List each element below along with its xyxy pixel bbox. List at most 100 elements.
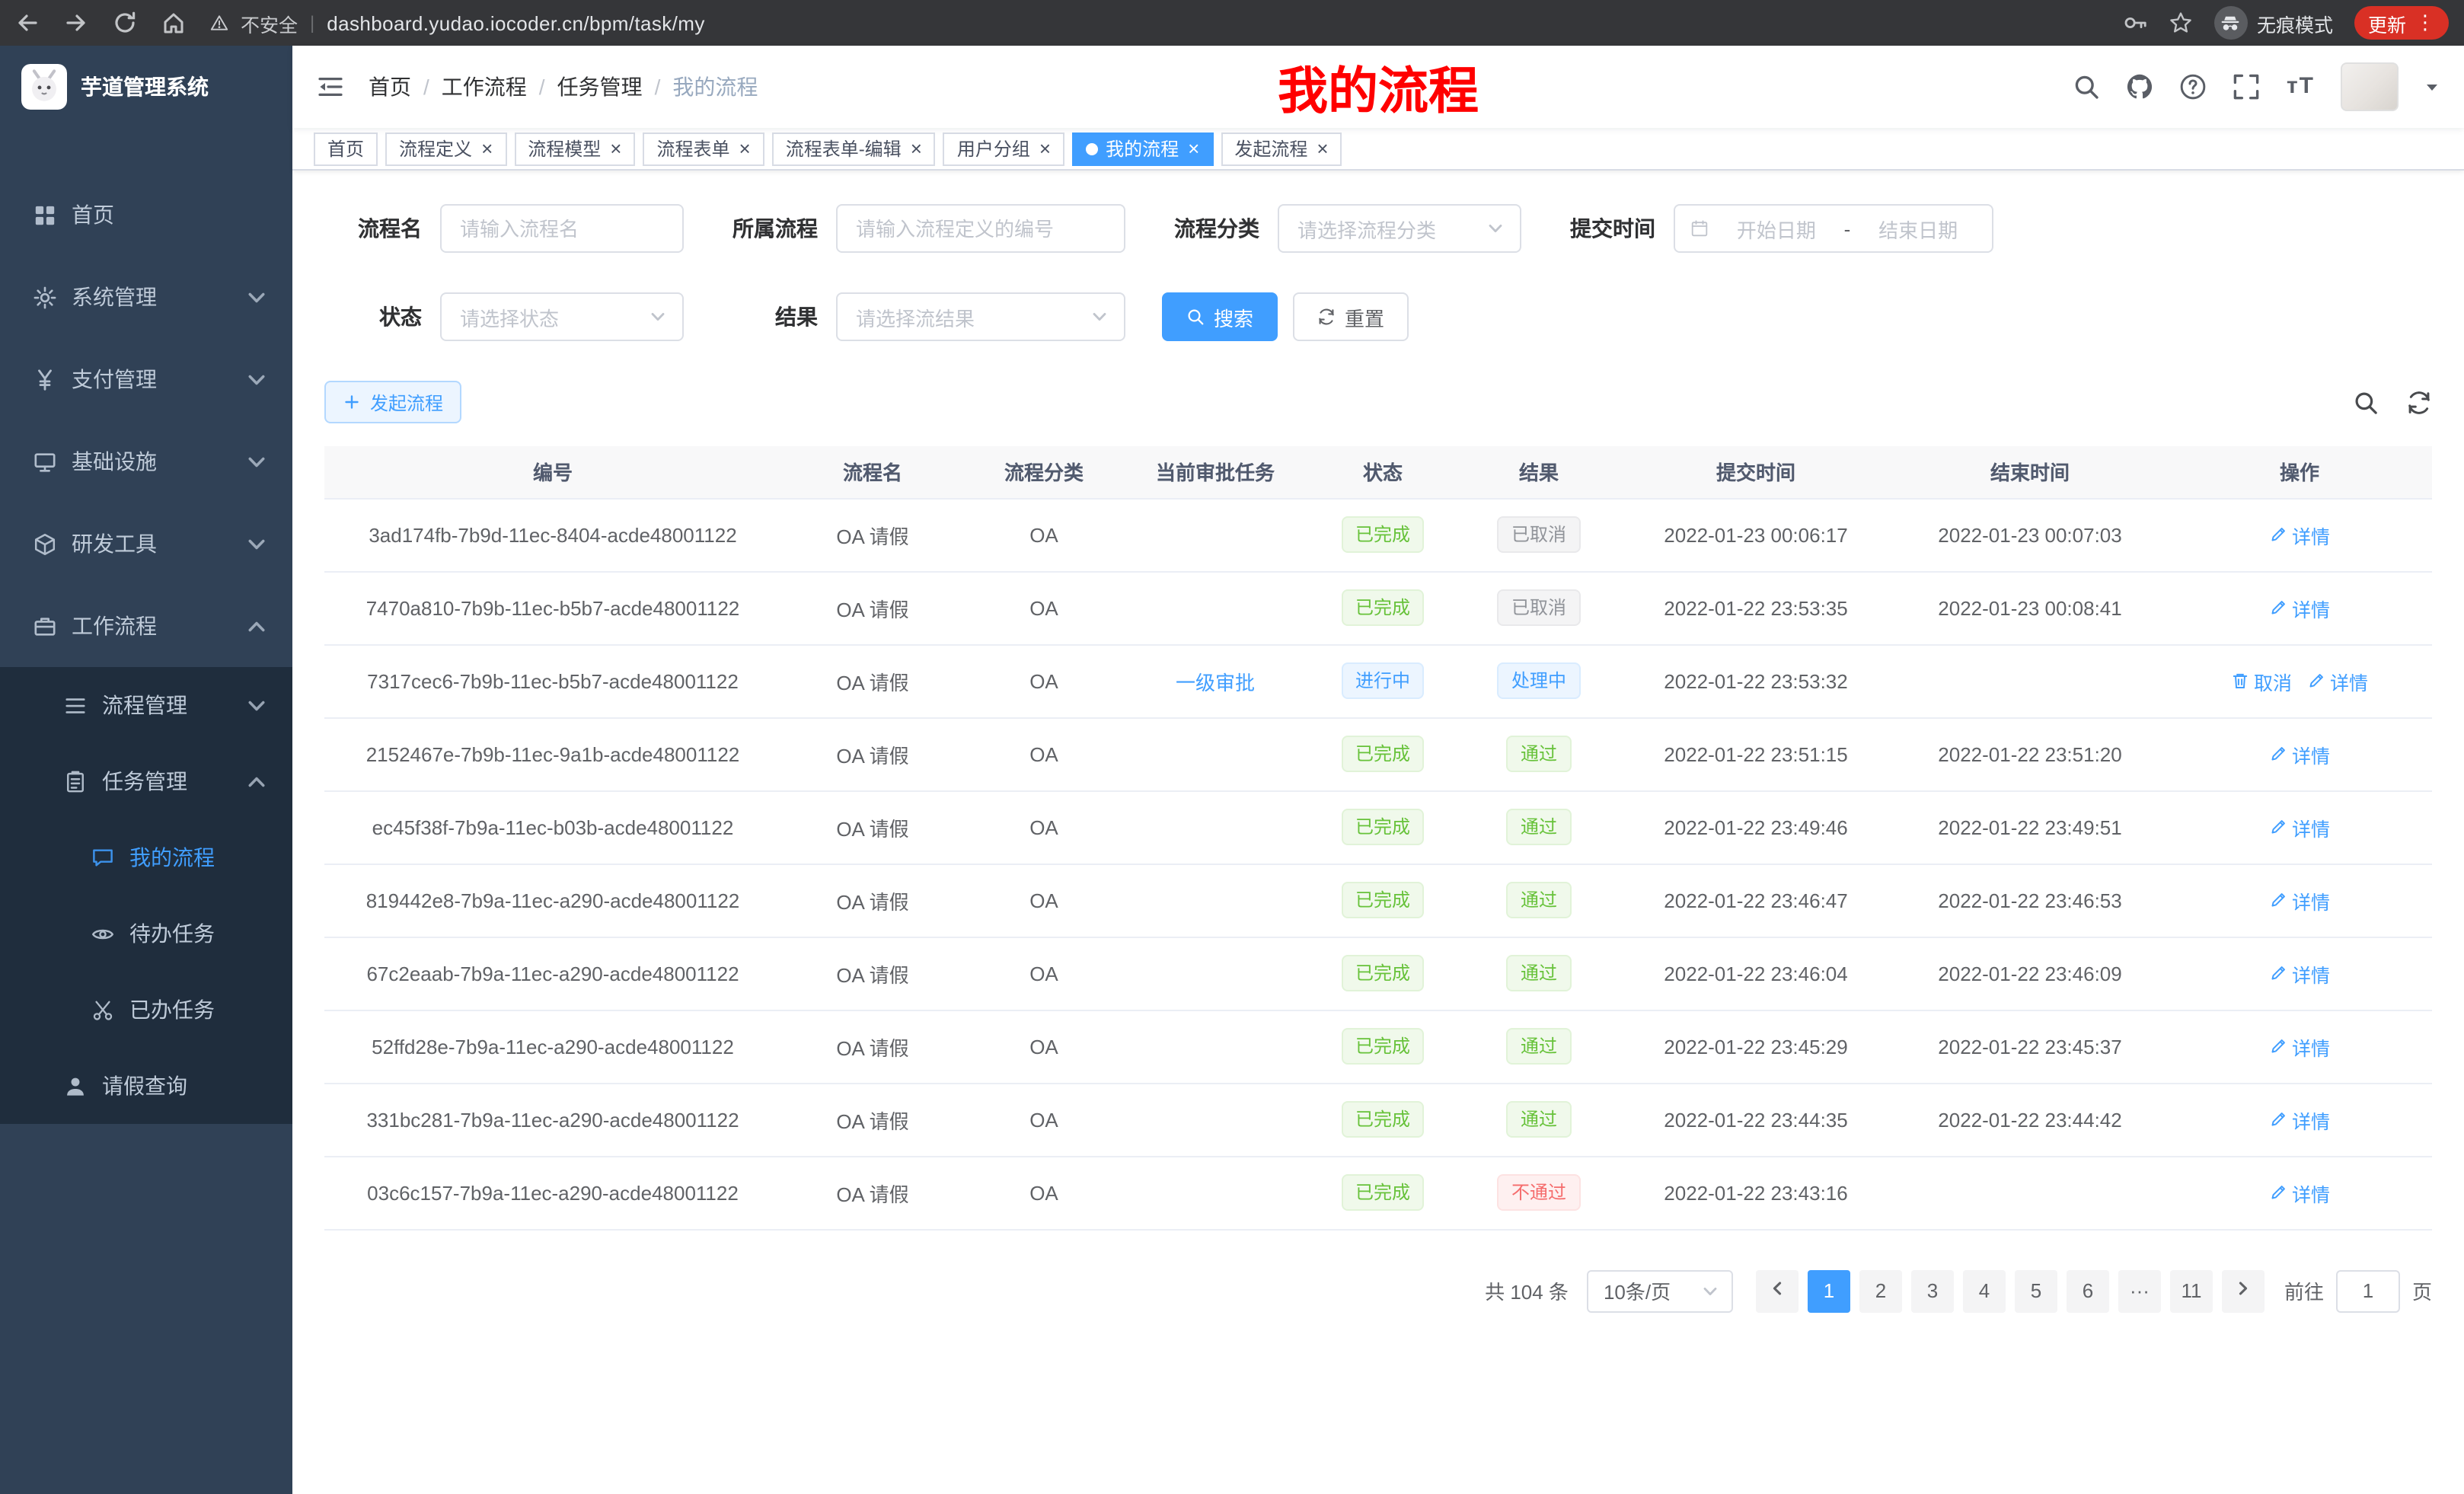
tab-close-icon[interactable]: × [1039,139,1051,158]
result-select[interactable]: 请选择流结果 [836,292,1125,341]
page-size-select[interactable]: 10条/页 [1587,1269,1733,1312]
sidebar-item-done-tasks[interactable]: 已办任务 [0,972,292,1048]
tab-start-process[interactable]: 发起流程× [1221,132,1342,165]
page-button-2[interactable]: 2 [1859,1269,1902,1312]
sidebar-item-infrastructure[interactable]: 基础设施 [0,420,292,503]
create-process-button[interactable]: 发起流程 [324,381,461,423]
avatar-caret-down-icon[interactable] [2424,79,2440,94]
page-button-4[interactable]: 4 [1963,1269,2006,1312]
prev-page-button[interactable] [1756,1269,1799,1312]
bookmark-star-icon[interactable] [2169,11,2193,35]
sidebar-item-dev-tools[interactable]: 研发工具 [0,503,292,585]
tab-home[interactable]: 首页 [314,132,378,165]
hamburger-icon[interactable] [317,75,344,99]
status-select[interactable]: 请选择状态 [440,292,684,341]
process-name-input[interactable] [440,204,684,253]
cell-process-name: OA 请假 [781,1010,964,1083]
detail-action-link[interactable]: 详情 [2269,1178,2330,1207]
tab-close-icon[interactable]: × [1188,139,1199,158]
sidebar-item-workflow[interactable]: 工作流程 [0,585,292,667]
browser-menu-icon[interactable]: ⋮ [2415,11,2435,35]
tab-close-icon[interactable]: × [610,139,621,158]
url-text[interactable]: dashboard.yudao.iocoder.cn/bpm/task/my [327,11,705,34]
toggle-search-icon[interactable] [2353,389,2379,415]
page-ellipsis[interactable]: ··· [2118,1269,2161,1312]
detail-action-link[interactable]: 详情 [2269,886,2330,915]
sidebar-item-process-mgmt[interactable]: 流程管理 [0,667,292,743]
current-task-link[interactable]: 一级审批 [1176,671,1255,694]
submit-time-range-picker[interactable]: 开始日期 - 结束日期 [1674,204,1993,253]
sidebar-item-system-mgmt[interactable]: 系统管理 [0,256,292,338]
github-icon[interactable] [2127,73,2154,101]
search-button[interactable]: 搜索 [1162,292,1278,341]
tab-process-form-edit[interactable]: 流程表单-编辑× [772,132,936,165]
sidebar-item-payment-mgmt[interactable]: 支付管理 [0,338,292,420]
sidebar-item-my-process[interactable]: 我的流程 [0,819,292,895]
cell-end-time: 2022-01-22 23:44:42 [1893,1083,2167,1156]
browser-home-icon[interactable] [161,11,186,35]
sidebar-item-task-mgmt[interactable]: 任务管理 [0,743,292,819]
next-page-button[interactable] [2222,1269,2265,1312]
fullscreen-icon[interactable] [2233,73,2261,101]
breadcrumb-item[interactable]: 首页 [369,72,411,102]
security-label[interactable]: 不安全 [241,8,298,37]
avatar[interactable] [2341,62,2399,111]
status-badge: 已完成 [1342,809,1424,845]
tab-my-process[interactable]: 我的流程× [1072,132,1213,165]
breadcrumb-item[interactable]: 工作流程 [442,72,527,102]
table-row: ec45f38f-7b9a-11ec-b03b-acde48001122OA 请… [324,790,2432,864]
page-button-1[interactable]: 1 [1808,1269,1850,1312]
action-label: 取消 [2254,666,2292,695]
sidebar-item-leave-query[interactable]: 请假查询 [0,1048,292,1124]
app-logo[interactable]: 芋道管理系统 [0,46,292,128]
reset-button[interactable]: 重置 [1293,292,1409,341]
breadcrumb-item[interactable]: 任务管理 [557,72,643,102]
page-button-3[interactable]: 3 [1911,1269,1954,1312]
page-button-6[interactable]: 6 [2067,1269,2109,1312]
column-header: 当前审批任务 [1124,446,1307,498]
category-select[interactable]: 请选择流程分类 [1278,204,1521,253]
address-bar[interactable]: 不安全 | dashboard.yudao.iocoder.cn/bpm/tas… [210,8,2111,37]
tab-close-icon[interactable]: × [739,139,751,158]
tab-process-model[interactable]: 流程模型× [514,132,635,165]
cell-current-task [1124,571,1307,644]
forward-icon[interactable] [64,11,88,35]
goto-page-input[interactable] [2336,1269,2400,1312]
detail-action-link[interactable]: 详情 [2269,959,2330,988]
back-icon[interactable] [15,11,40,35]
detail-action-link[interactable]: 详情 [2269,520,2330,549]
tab-process-form[interactable]: 流程表单× [643,132,764,165]
tab-close-icon[interactable]: × [481,139,493,158]
cell-end-time: 2022-01-22 23:45:37 [1893,1010,2167,1083]
sidebar-item-label: 已办任务 [129,994,215,1025]
key-icon[interactable] [2123,11,2147,35]
tab-process-definition[interactable]: 流程定义 × [385,132,506,165]
page-button-5[interactable]: 5 [2015,1269,2057,1312]
cell-result: 通过 [1459,717,1619,790]
cell-submit-time: 2022-01-22 23:49:46 [1619,790,1893,864]
detail-action-link[interactable]: 详情 [2269,739,2330,768]
cancel-action-link[interactable]: 取消 [2231,666,2292,695]
owner-process-input[interactable] [836,204,1125,253]
detail-action-link[interactable]: 详情 [2269,812,2330,841]
tab-label: 流程定义 [399,136,472,161]
tab-user-group[interactable]: 用户分组× [943,132,1064,165]
update-button[interactable]: 更新 ⋮ [2354,6,2449,40]
tab-close-icon[interactable]: × [1317,139,1328,158]
page-button-11[interactable]: 11 [2170,1269,2213,1312]
sidebar-item-todo-tasks[interactable]: 待办任务 [0,895,292,972]
cell-process-name: OA 请假 [781,1083,964,1156]
detail-action-link[interactable]: 详情 [2269,1032,2330,1061]
detail-action-link[interactable]: 详情 [2307,666,2368,695]
reload-icon[interactable] [113,11,137,35]
sidebar-item-home[interactable]: 首页 [0,174,292,256]
refresh-table-icon[interactable] [2406,389,2432,415]
detail-action-link[interactable]: 详情 [2269,1105,2330,1134]
tab-close-icon[interactable]: × [911,139,922,158]
help-icon[interactable] [2180,73,2207,101]
font-size-icon[interactable]: тT [2287,73,2315,101]
search-icon[interactable] [2073,73,2101,101]
cell-operations: 详情 [2167,717,2432,790]
cell-result: 已取消 [1459,498,1619,571]
detail-action-link[interactable]: 详情 [2269,593,2330,622]
